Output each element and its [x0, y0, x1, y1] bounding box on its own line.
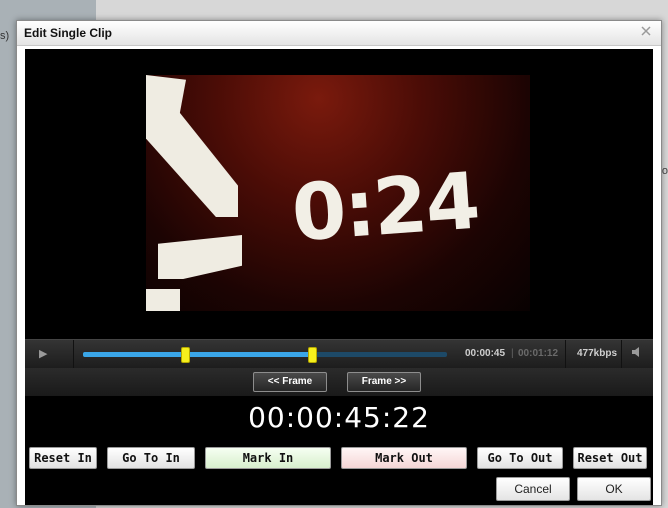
clip-button-row: Reset In Go To In Mark In Mark Out Go To…	[25, 447, 653, 471]
reset-in-button[interactable]: Reset In	[29, 447, 97, 469]
play-icon[interactable]: ▶	[39, 347, 47, 360]
dialog-footer: Cancel OK	[25, 477, 653, 501]
dialog-title: Edit Single Clip	[24, 26, 113, 40]
divider	[621, 340, 622, 368]
seek-track[interactable]	[83, 347, 447, 363]
video-player: 0:24 ▶ 00:00:45 | 00:01:12 477kbps << Fr…	[25, 49, 653, 505]
close-icon-glyph	[641, 26, 651, 36]
previous-frame-button[interactable]: << Frame	[253, 372, 327, 392]
current-time: 00:00:45	[465, 348, 506, 359]
go-to-out-button[interactable]: Go To Out	[477, 447, 563, 469]
volume-icon[interactable]	[631, 346, 643, 361]
divider	[565, 340, 566, 368]
grunge-shape	[158, 235, 242, 279]
background-text-fragment-right: o	[661, 165, 668, 177]
dialog-titlebar: Edit Single Clip	[17, 21, 661, 46]
total-time: 00:01:12	[518, 348, 559, 359]
ok-button[interactable]: OK	[577, 477, 651, 501]
video-frame: 0:24	[146, 75, 530, 311]
divider	[73, 340, 74, 368]
bitrate-label: 477kbps	[577, 348, 618, 359]
grunge-shape	[146, 289, 180, 311]
out-point-handle[interactable]	[308, 347, 317, 363]
seek-fill	[83, 352, 312, 357]
grunge-shape	[146, 105, 238, 217]
volume-icon-glyph	[632, 347, 639, 357]
close-icon[interactable]	[639, 25, 653, 39]
go-to-in-button[interactable]: Go To In	[107, 447, 195, 469]
edit-clip-dialog: Edit Single Clip 0:24 ▶ 00:00:45 | 00:01…	[16, 20, 662, 506]
video-area[interactable]: 0:24	[25, 49, 653, 339]
time-separator: |	[511, 348, 514, 359]
mark-in-button[interactable]: Mark In	[205, 447, 331, 469]
frame-step-bar: << Frame Frame >>	[25, 368, 653, 396]
timecode-display: 00:00:45:22	[248, 401, 430, 434]
reset-out-button[interactable]: Reset Out	[573, 447, 647, 469]
background-text-fragment: s)	[0, 30, 10, 42]
player-control-bar: ▶ 00:00:45 | 00:01:12 477kbps	[25, 339, 653, 368]
in-point-handle[interactable]	[181, 347, 190, 363]
video-countdown-text: 0:24	[289, 156, 481, 260]
mark-out-button[interactable]: Mark Out	[341, 447, 467, 469]
next-frame-button[interactable]: Frame >>	[347, 372, 421, 392]
cancel-button[interactable]: Cancel	[496, 477, 570, 501]
